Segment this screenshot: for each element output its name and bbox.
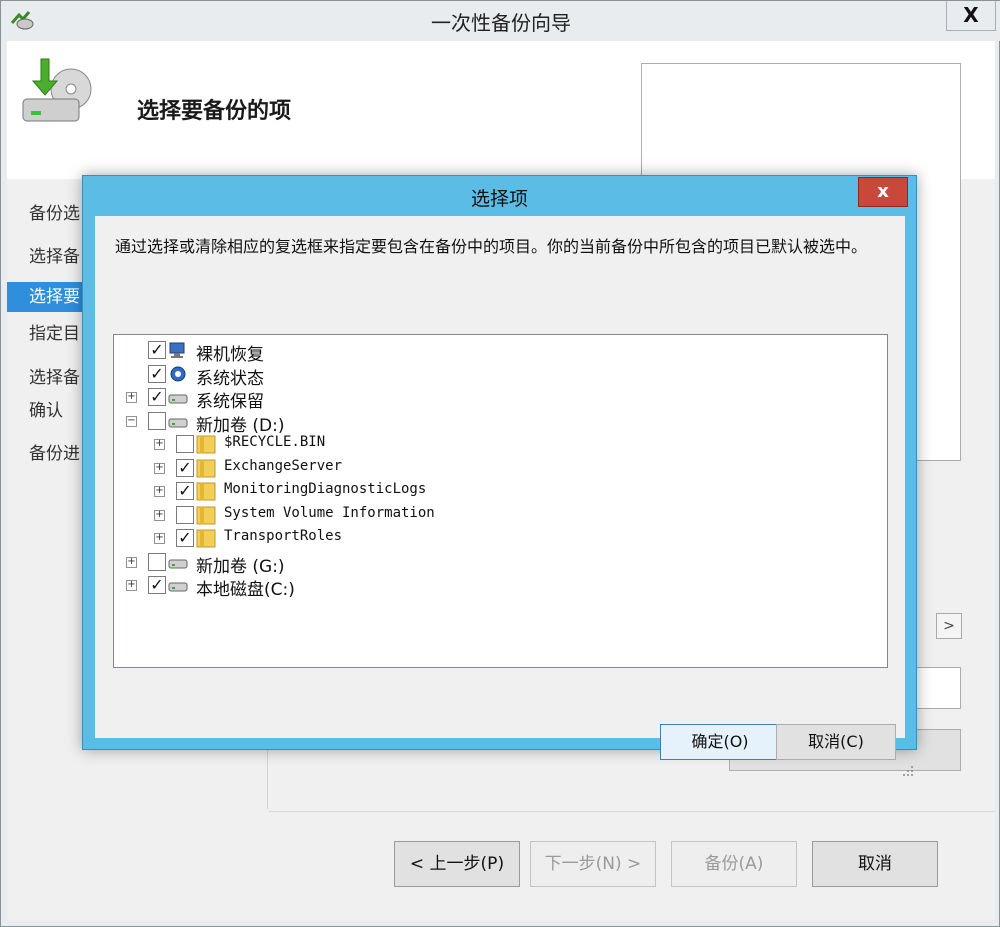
- cancel-button[interactable]: 取消: [812, 841, 938, 887]
- footer-divider: [269, 811, 995, 812]
- expand-icon[interactable]: +: [154, 439, 165, 450]
- step-item[interactable]: 备份选: [29, 199, 80, 224]
- resize-grip-icon[interactable]: [901, 764, 915, 778]
- tree-item-label: 裸机恢复: [196, 345, 264, 365]
- step-item[interactable]: 选择备: [29, 242, 80, 267]
- title-bar: 一次性备份向导 X: [1, 1, 1000, 41]
- tree-item-checkbox[interactable]: [176, 505, 194, 524]
- backup-disk-icon: [22, 58, 92, 122]
- step-item[interactable]: 备份进: [29, 439, 80, 464]
- tree-item[interactable]: + ✓ 本地磁盘(C:): [114, 574, 884, 600]
- previous-button[interactable]: < 上一步(P): [394, 841, 520, 887]
- next-button[interactable]: 下一步(N) >: [530, 841, 656, 887]
- folder-icon: [196, 506, 216, 524]
- step-item[interactable]: 确认: [29, 396, 63, 421]
- tree-item-label: 系统状态: [196, 368, 264, 389]
- backup-button[interactable]: 备份(A): [671, 841, 797, 887]
- dialog-description: 通过选择或清除相应的复选框来指定要包含在备份中的项目。你的当前备份中所包含的项目…: [115, 237, 868, 256]
- expand-icon[interactable]: +: [126, 556, 137, 568]
- folder-icon: [196, 482, 216, 501]
- tree-item[interactable]: + ✓ MonitoringDiagnosticLogs: [114, 480, 884, 503]
- dialog-cancel-button[interactable]: 取消(C): [776, 724, 896, 760]
- drive-icon: [168, 559, 188, 568]
- step-item[interactable]: 指定目: [29, 319, 80, 344]
- tree-item-checkbox[interactable]: [148, 411, 166, 430]
- tree-item-label: 新加卷 (G:): [196, 556, 285, 577]
- expand-icon[interactable]: +: [126, 392, 137, 403]
- tree-item-label: 本地磁盘(C:): [196, 580, 295, 600]
- folder-icon: [196, 435, 216, 454]
- tree-item[interactable]: ✓ 系统状态: [114, 363, 884, 389]
- folder-icon: [196, 529, 216, 548]
- ok-button[interactable]: 确定(O): [660, 724, 780, 760]
- tree-item-checkbox[interactable]: ✓: [148, 364, 166, 383]
- step-item[interactable]: 选择备: [29, 363, 80, 388]
- dialog-close-button[interactable]: x: [858, 177, 908, 207]
- drive-icon: [168, 418, 188, 427]
- tree-item[interactable]: + System Volume Information: [114, 504, 884, 527]
- expand-icon[interactable]: +: [154, 509, 165, 521]
- tree-item[interactable]: ✓ 裸机恢复: [114, 339, 884, 365]
- expand-icon[interactable]: +: [154, 486, 165, 497]
- computer-icon: [169, 342, 185, 358]
- tree-item-label: TransportRoles: [224, 528, 343, 544]
- tree-item[interactable]: − 新加卷 (D:): [114, 410, 884, 436]
- tree-item-checkbox[interactable]: ✓: [148, 341, 166, 359]
- items-tree[interactable]: ✓ 裸机恢复 ✓ 系统状态 + ✓ 系统保留 − 新加卷 (D:) + $RECYCLE.BIN + ✓…: [113, 334, 888, 668]
- tree-item-label: 系统保留: [196, 392, 264, 412]
- tree-item-checkbox[interactable]: ✓: [176, 529, 194, 547]
- tree-item-checkbox[interactable]: [148, 552, 166, 571]
- collapse-icon[interactable]: −: [126, 415, 137, 427]
- expand-icon[interactable]: +: [154, 462, 165, 474]
- tree-item-label: ExchangeServer: [224, 457, 343, 474]
- tree-item-label: System Volume Information: [224, 504, 435, 521]
- tree-item[interactable]: + $RECYCLE.BIN: [114, 433, 884, 456]
- dialog-body: 通过选择或清除相应的复选框来指定要包含在备份中的项目。你的当前备份中所包含的项目…: [95, 216, 913, 776]
- tree-item-label: 新加卷 (D:): [196, 415, 285, 436]
- tree-item-label: $RECYCLE.BIN: [224, 434, 326, 450]
- dialog-title: 选择项: [470, 188, 528, 210]
- tree-item[interactable]: + 新加卷 (G:): [114, 551, 884, 577]
- tree-item-label: MonitoringDiagnosticLogs: [224, 481, 427, 497]
- tree-item-checkbox[interactable]: ✓: [148, 576, 166, 594]
- drive-icon: [168, 394, 188, 404]
- drive-icon: [168, 582, 188, 592]
- window-title: 一次性备份向导: [431, 11, 571, 35]
- page-title: 选择要备份的项: [137, 99, 292, 124]
- folder-icon: [196, 459, 216, 477]
- tree-item-checkbox[interactable]: ✓: [176, 482, 194, 500]
- gear-icon: [170, 366, 186, 381]
- expand-icon[interactable]: +: [126, 580, 137, 591]
- scroll-right-button[interactable]: >: [936, 613, 962, 639]
- step-item-active[interactable]: 选择要: [7, 282, 87, 312]
- select-items-dialog: 选择项 x 通过选择或清除相应的复选框来指定要包含在备份中的项目。你的当前备份中…: [82, 175, 917, 776]
- tree-item[interactable]: + ✓ ExchangeServer: [114, 457, 884, 480]
- tree-item[interactable]: + ✓ 系统保留: [114, 386, 884, 412]
- tree-item[interactable]: + ✓ TransportRoles: [114, 527, 884, 550]
- tree-item-checkbox[interactable]: ✓: [176, 458, 194, 477]
- tree-item-checkbox[interactable]: ✓: [148, 388, 166, 406]
- tree-item-checkbox[interactable]: [176, 435, 194, 453]
- expand-icon[interactable]: +: [154, 533, 165, 544]
- close-button[interactable]: X: [946, 1, 996, 31]
